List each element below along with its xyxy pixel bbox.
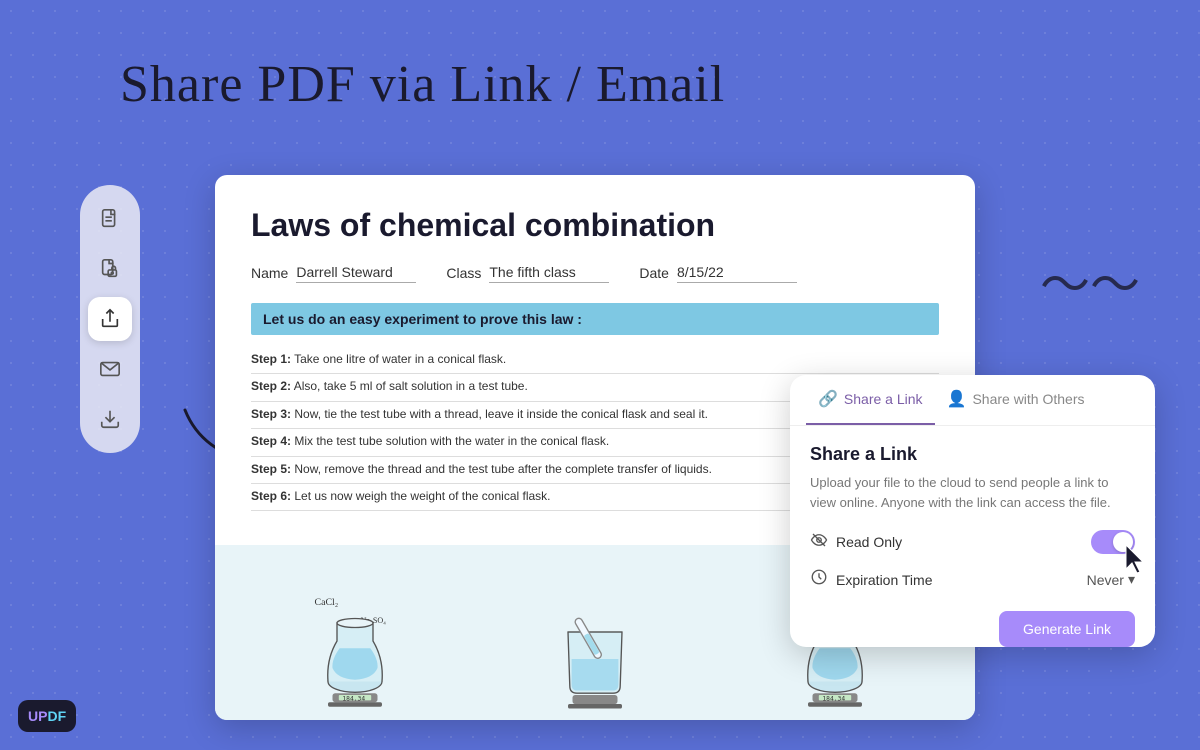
- share-icon: [99, 308, 121, 330]
- share-heading: Share a Link: [810, 444, 1135, 465]
- class-label: Class: [446, 265, 481, 281]
- clock-icon: [810, 568, 828, 591]
- sidebar-item-email[interactable]: [88, 347, 132, 391]
- pdf-fields: Name Darrell Steward Class The fifth cla…: [251, 264, 939, 283]
- date-label: Date: [639, 265, 669, 281]
- share-body: Share a Link Upload your file to the clo…: [790, 426, 1155, 629]
- people-icon: 👤: [947, 389, 967, 409]
- beaker-2: [550, 585, 640, 715]
- save-icon: [99, 408, 121, 430]
- svg-text:184.34: 184.34: [342, 696, 365, 703]
- beaker-1: CaCl₂ → Na₂SO₄ 184.34: [310, 585, 400, 715]
- generate-link-button[interactable]: Generate Link: [999, 611, 1135, 647]
- squiggle-decoration: 〜〜: [1040, 260, 1140, 310]
- sidebar-item-share[interactable]: [88, 297, 132, 341]
- date-value: 8/15/22: [677, 264, 797, 283]
- updf-logo: UPDF: [18, 700, 76, 732]
- document-icon: [99, 208, 121, 230]
- svg-text:CaCl₂: CaCl₂: [315, 597, 339, 608]
- highlight-bar: Let us do an easy experiment to prove th…: [251, 303, 939, 335]
- mouse-cursor: [1124, 543, 1148, 575]
- share-panel: 🔗 Share a Link 👤 Share with Others Share…: [790, 375, 1155, 647]
- class-value: The fifth class: [489, 264, 609, 283]
- link-icon: 🔗: [818, 389, 838, 409]
- lock-document-icon: [99, 258, 121, 280]
- name-value: Darrell Steward: [296, 264, 416, 283]
- step-row: Step 1: Take one litre of water in a con…: [251, 349, 939, 374]
- share-tabs: 🔗 Share a Link 👤 Share with Others: [790, 375, 1155, 426]
- page-header-title: Share PDF via Link / Email: [120, 55, 725, 114]
- sidebar-item-document[interactable]: [88, 197, 132, 241]
- expiry-value: Never: [1087, 572, 1124, 588]
- sidebar-item-lock[interactable]: [88, 247, 132, 291]
- svg-text:184.34: 184.34: [822, 696, 845, 703]
- tab-share-link[interactable]: 🔗 Share a Link: [806, 375, 935, 425]
- sidebar-item-save[interactable]: [88, 397, 132, 441]
- sidebar: [80, 185, 140, 453]
- read-only-label: Read Only: [836, 534, 902, 550]
- expiry-label: Expiration Time: [836, 572, 932, 588]
- pdf-title: Laws of chemical combination: [251, 207, 939, 244]
- read-only-icon: [810, 531, 828, 554]
- share-description: Upload your file to the cloud to send pe…: [810, 473, 1135, 512]
- tab-share-link-label: Share a Link: [844, 391, 923, 407]
- tab-share-others[interactable]: 👤 Share with Others: [935, 375, 1097, 425]
- email-icon: [99, 358, 121, 380]
- name-label: Name: [251, 265, 288, 281]
- expiry-row: Expiration Time Never ▾: [810, 568, 1135, 591]
- read-only-row: Read Only: [810, 530, 1135, 554]
- tab-share-others-label: Share with Others: [972, 391, 1084, 407]
